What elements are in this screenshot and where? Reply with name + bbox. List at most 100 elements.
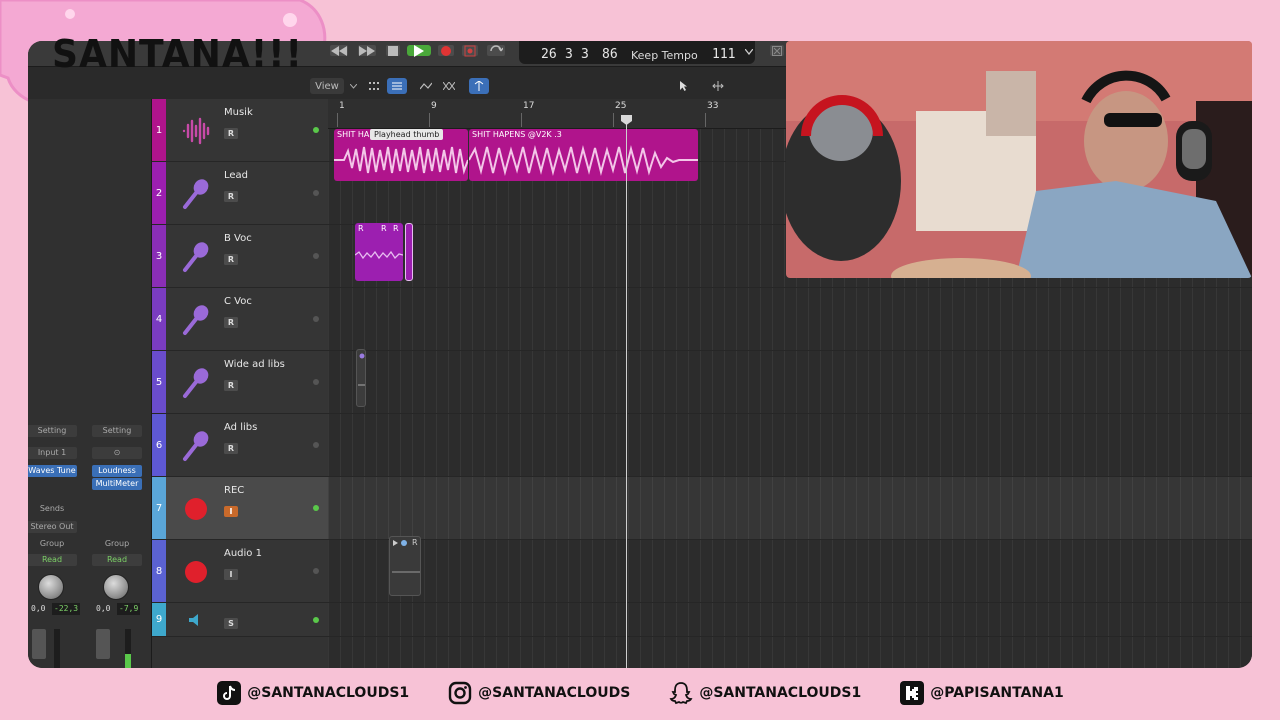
arrange-toolbar: View xyxy=(310,77,788,95)
social-snapchat[interactable]: @SANTANACLOUDS1 xyxy=(668,680,861,706)
close-icon[interactable] xyxy=(770,45,784,56)
grid-view-icon[interactable] xyxy=(364,78,384,94)
track-name[interactable]: REC xyxy=(224,485,244,496)
track-name[interactable]: Audio 1 xyxy=(224,548,262,559)
automation-mode[interactable]: Read xyxy=(28,554,77,566)
volume-value: 0,0 xyxy=(96,604,111,613)
fast-forward-icon[interactable] xyxy=(358,45,376,56)
recording-region[interactable]: R xyxy=(389,536,421,596)
track-name[interactable]: Musik xyxy=(224,107,253,118)
plugin-slot[interactable]: Waves Tune xyxy=(28,465,77,477)
plugin-slot[interactable]: Loudness xyxy=(92,465,142,477)
audio-region[interactable]: R R R xyxy=(355,223,403,281)
track-name[interactable]: Ad libs xyxy=(224,422,257,433)
social-handle: @SANTANACLOUDS xyxy=(478,685,631,701)
record-icon[interactable] xyxy=(178,493,214,525)
track-name[interactable]: C Voc xyxy=(224,296,252,307)
track-header[interactable]: 9HMS xyxy=(152,603,328,637)
track-number: 8 xyxy=(152,540,166,602)
rewind-icon[interactable] xyxy=(330,45,348,56)
output-slot[interactable]: Stereo Out xyxy=(28,521,77,533)
setting-button[interactable]: Setting xyxy=(28,425,77,437)
microphone-icon[interactable] xyxy=(178,178,214,210)
microphone-icon[interactable] xyxy=(178,304,214,336)
kick-icon xyxy=(899,680,925,706)
track-header[interactable]: 2LeadHMSR xyxy=(152,162,328,225)
track-header[interactable]: 3B VocHMSR xyxy=(152,225,328,288)
pointer-tool-icon[interactable] xyxy=(674,78,696,94)
automation-mode[interactable]: Read xyxy=(92,554,142,566)
record-icon[interactable] xyxy=(178,556,214,588)
track-header[interactable]: 7RECHMSRI xyxy=(152,477,328,540)
track-lane[interactable] xyxy=(328,603,1252,637)
waveform-icon[interactable] xyxy=(178,115,214,147)
track-lane[interactable] xyxy=(328,540,1252,603)
track-number: 3 xyxy=(152,225,166,287)
channel-strip-inspector: Setting Input 1 Waves Tune Sends Stereo … xyxy=(28,99,152,668)
track-button-r[interactable]: R xyxy=(224,443,238,454)
input-slot[interactable]: Input 1 xyxy=(28,447,77,459)
track-lane[interactable] xyxy=(328,288,1252,351)
group-slot[interactable]: Group xyxy=(28,538,77,550)
link-icon[interactable]: ⊙ xyxy=(92,447,142,459)
track-button-r[interactable]: R xyxy=(224,317,238,328)
view-menu[interactable]: View xyxy=(310,78,344,94)
track-header[interactable]: 4C VocHMSR xyxy=(152,288,328,351)
social-kick[interactable]: @PAPISANTANA1 xyxy=(899,680,1064,706)
volume-value: 0,0 xyxy=(31,604,46,613)
track-name[interactable]: B Voc xyxy=(224,233,252,244)
chevron-down-icon[interactable] xyxy=(745,49,753,55)
track-header[interactable]: 6Ad libsHMSR xyxy=(152,414,328,477)
tiktok-icon xyxy=(216,680,242,706)
track-button-r[interactable]: R xyxy=(224,254,238,265)
track-button-i[interactable]: I xyxy=(224,506,238,517)
list-view-icon[interactable] xyxy=(387,78,407,94)
social-tiktok[interactable]: @SANTANACLOUDS1 xyxy=(216,680,409,706)
track-header[interactable]: 5Wide ad libsHMSR xyxy=(152,351,328,414)
play-button[interactable] xyxy=(407,44,431,57)
track-lane[interactable] xyxy=(328,477,1252,540)
region-label: SHIT HAPENS @V2K .3 xyxy=(472,130,562,139)
snap-icon[interactable] xyxy=(469,78,489,94)
volume-fader[interactable] xyxy=(96,629,110,659)
setting-button[interactable]: Setting xyxy=(92,425,142,437)
track-activity-dot xyxy=(313,127,319,133)
microphone-icon[interactable] xyxy=(178,430,214,462)
track-button-i[interactable]: I xyxy=(224,569,238,580)
social-instagram[interactable]: @SANTANACLOUDS xyxy=(447,680,630,706)
track-button-s[interactable]: S xyxy=(224,618,238,629)
audio-region[interactable]: SHIT HAPENS @V2K .3 xyxy=(469,129,698,181)
chevron-down-icon[interactable] xyxy=(348,78,358,94)
track-name[interactable]: Lead xyxy=(224,170,248,181)
playhead[interactable] xyxy=(626,117,627,668)
track-button-r[interactable]: R xyxy=(224,128,238,139)
group-slot[interactable]: Group xyxy=(92,538,142,550)
marquee-tool-icon[interactable] xyxy=(704,78,732,94)
pan-knob[interactable] xyxy=(38,574,64,600)
volume-fader[interactable] xyxy=(32,629,46,659)
audio-region[interactable] xyxy=(356,349,366,407)
track-button-r[interactable]: R xyxy=(224,380,238,391)
microphone-icon[interactable] xyxy=(178,241,214,273)
track-lane[interactable] xyxy=(328,414,1252,477)
automation-icon[interactable] xyxy=(416,78,436,94)
flex-icon[interactable] xyxy=(439,78,459,94)
audio-region[interactable] xyxy=(405,223,413,281)
track-header[interactable]: 8Audio 1HMSRI xyxy=(152,540,328,603)
speaker-icon[interactable] xyxy=(178,611,214,629)
playhead-thumb-icon[interactable] xyxy=(621,115,632,125)
lcd-display[interactable]: 26 3 3 86 Keep Tempo 111 xyxy=(519,41,755,64)
track-button-r[interactable]: R xyxy=(224,191,238,202)
microphone-icon[interactable] xyxy=(178,367,214,399)
record-button[interactable] xyxy=(438,45,454,56)
track-lane[interactable] xyxy=(328,351,1252,414)
track-header[interactable]: 1MusikHMSR xyxy=(152,99,328,162)
plugin-slot[interactable]: MultiMeter xyxy=(92,478,142,490)
cycle-icon[interactable] xyxy=(487,44,505,56)
waveform-graphic xyxy=(334,146,468,175)
track-number: 1 xyxy=(152,99,166,161)
replace-record-icon[interactable] xyxy=(462,45,478,56)
stop-icon[interactable] xyxy=(386,45,400,56)
pan-knob[interactable] xyxy=(103,574,129,600)
track-name[interactable]: Wide ad libs xyxy=(224,359,285,370)
